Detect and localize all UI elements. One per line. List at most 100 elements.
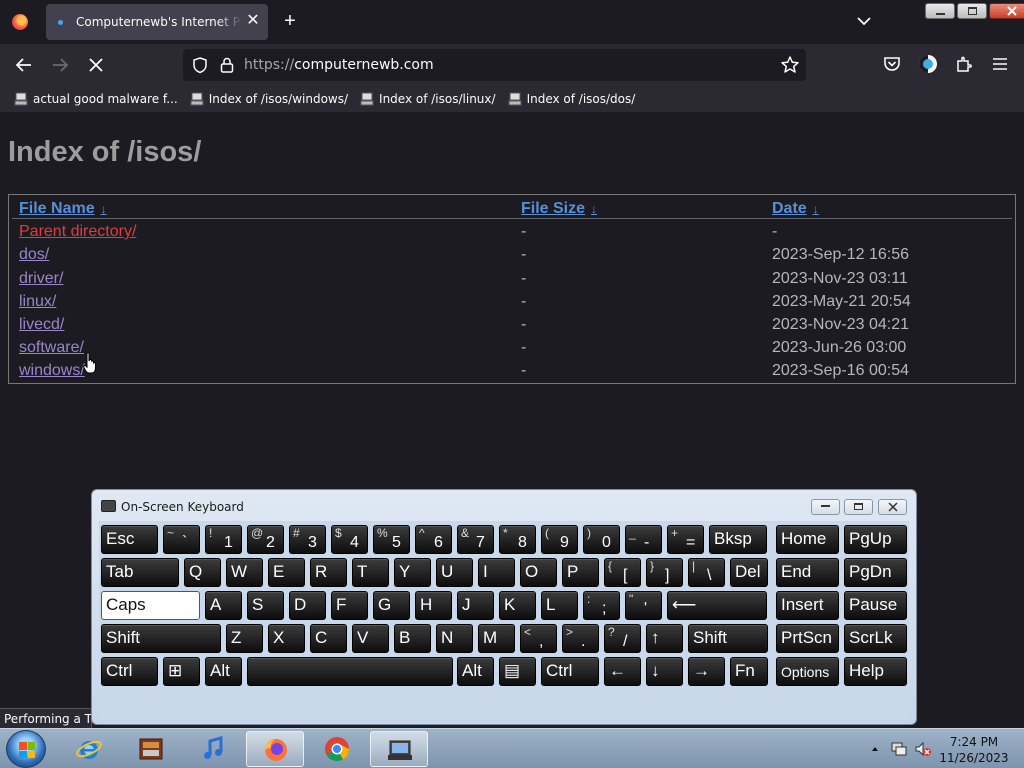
lock-icon[interactable] (219, 56, 235, 74)
key-symbol[interactable]: <, (520, 624, 557, 653)
key-windows[interactable]: ⊞ (163, 657, 200, 686)
key-g[interactable]: G (373, 591, 410, 620)
bookmark-item[interactable]: Index of /isos/linux/ (354, 86, 502, 112)
directory-link[interactable]: software/ (19, 339, 84, 357)
back-button[interactable] (12, 53, 36, 77)
key-symbol[interactable]: }] (646, 558, 683, 587)
bookmark-item[interactable]: Index of /isos/dos/ (502, 86, 642, 112)
key-insert[interactable]: Insert (776, 591, 839, 620)
key-tab[interactable]: Tab (101, 558, 179, 587)
network-icon[interactable] (890, 740, 908, 758)
key-x[interactable]: X (268, 624, 305, 653)
key-end[interactable]: End (776, 558, 839, 587)
restore-button[interactable] (957, 3, 987, 19)
stop-button[interactable] (84, 53, 108, 77)
key-symbol[interactable]: + = (667, 525, 704, 554)
key-help[interactable]: Help (844, 657, 907, 686)
key-a[interactable]: A (205, 591, 242, 620)
address-bar[interactable]: https://computernewb.com (183, 49, 806, 81)
key-symbol[interactable]: | \ (688, 558, 725, 587)
key-options[interactable]: Options (776, 657, 839, 686)
key-pgdn[interactable]: PgDn (844, 558, 907, 587)
key-y[interactable]: Y (394, 558, 431, 587)
key-c[interactable]: C (310, 624, 347, 653)
key-k[interactable]: K (499, 591, 536, 620)
key-arrow-down[interactable]: ↓ (646, 657, 683, 686)
taskbar-firefox[interactable] (246, 731, 304, 767)
column-header-file-size[interactable]: File Size ↓ (521, 200, 597, 218)
key-2[interactable]: @2 (247, 525, 284, 554)
key-7[interactable]: & 7 (457, 525, 494, 554)
taskbar-internet-explorer[interactable] (60, 731, 118, 767)
tracking-protection-icon[interactable] (191, 56, 209, 74)
osk-title-bar[interactable]: On-Screen Keyboard (92, 490, 916, 520)
system-clock[interactable]: 7:24 PM 11/26/2023 (938, 734, 1010, 766)
key-8[interactable]: * 8 (499, 525, 536, 554)
key-scrlk[interactable]: ScrLk (844, 624, 907, 653)
pocket-icon[interactable] (881, 53, 903, 75)
key-alt[interactable]: Alt (205, 657, 242, 686)
key-f[interactable]: F (331, 591, 368, 620)
taskbar-media-center[interactable] (122, 731, 180, 767)
key-space[interactable] (247, 657, 453, 686)
extensions-icon[interactable] (953, 53, 975, 75)
key-1[interactable]: ! 1 (205, 525, 242, 554)
bookmark-star-icon[interactable] (780, 55, 800, 75)
key-e[interactable]: E (268, 558, 305, 587)
key-prtscn[interactable]: PrtScn (776, 624, 839, 653)
osk-minimize-button[interactable] (811, 499, 840, 515)
key-del[interactable]: Del (730, 558, 768, 587)
bookmark-item[interactable]: actual good malware f... (8, 86, 184, 112)
key-fn[interactable]: Fn (730, 657, 768, 686)
taskbar-on-screen-keyboard[interactable] (370, 731, 428, 767)
taskbar-itunes[interactable] (184, 731, 242, 767)
key-i[interactable]: I (478, 558, 515, 587)
osk-restore-button[interactable] (844, 499, 873, 515)
directory-link[interactable]: driver/ (19, 270, 63, 288)
key-arrow-right[interactable]: → (688, 657, 725, 686)
key-6[interactable]: ^ 6 (415, 525, 452, 554)
key-symbol[interactable]: ~ ` (163, 525, 200, 554)
key-shift[interactable]: Shift (688, 624, 768, 653)
key-t[interactable]: T (352, 558, 389, 587)
key-pgup[interactable]: PgUp (844, 525, 907, 554)
key-s[interactable]: S (247, 591, 284, 620)
minimize-button[interactable] (925, 3, 955, 19)
key-menu[interactable]: ▤ (499, 657, 536, 686)
key-arrow-up[interactable]: ↑ (646, 624, 683, 653)
key-9[interactable]: (9 (541, 525, 578, 554)
key-esc[interactable]: Esc (101, 525, 158, 554)
directory-link[interactable]: linux/ (19, 293, 56, 311)
directory-link[interactable]: livecd/ (19, 316, 64, 334)
dark-reader-icon[interactable] (917, 53, 939, 75)
browser-tab[interactable]: Computernewb's Internet Pub ✕ (46, 4, 268, 40)
key-l[interactable]: L (541, 591, 578, 620)
key-p[interactable]: P (562, 558, 599, 587)
key-ctrl[interactable]: Ctrl (101, 657, 158, 686)
key-z[interactable]: Z (226, 624, 263, 653)
key-home[interactable]: Home (776, 525, 839, 554)
key-u[interactable]: U (436, 558, 473, 587)
key-j[interactable]: J (457, 591, 494, 620)
directory-link[interactable]: windows/ (19, 362, 85, 380)
new-tab-button[interactable]: + (280, 10, 300, 32)
key-symbol[interactable]: {[ (604, 558, 641, 587)
key-caps[interactable]: Caps (101, 591, 200, 620)
key-v[interactable]: V (352, 624, 389, 653)
key-enter[interactable]: ⟵ (667, 591, 767, 620)
chevron-up-icon[interactable] (870, 744, 880, 754)
key-bksp[interactable]: Bksp (709, 525, 767, 554)
volume-muted-icon[interactable] (914, 740, 932, 758)
close-window-button[interactable] (989, 3, 1024, 19)
key-symbol[interactable]: :; (583, 591, 620, 620)
key-shift[interactable]: Shift (101, 624, 221, 653)
directory-link[interactable]: dos/ (19, 246, 49, 264)
key-symbol[interactable]: _ - (625, 525, 662, 554)
key-n[interactable]: N (436, 624, 473, 653)
forward-button[interactable] (48, 53, 72, 77)
key-3[interactable]: #3 (289, 525, 326, 554)
parent-directory-link[interactable]: Parent directory/ (19, 223, 136, 241)
key-r[interactable]: R (310, 558, 347, 587)
key-b[interactable]: B (394, 624, 431, 653)
menu-icon[interactable] (989, 53, 1011, 75)
